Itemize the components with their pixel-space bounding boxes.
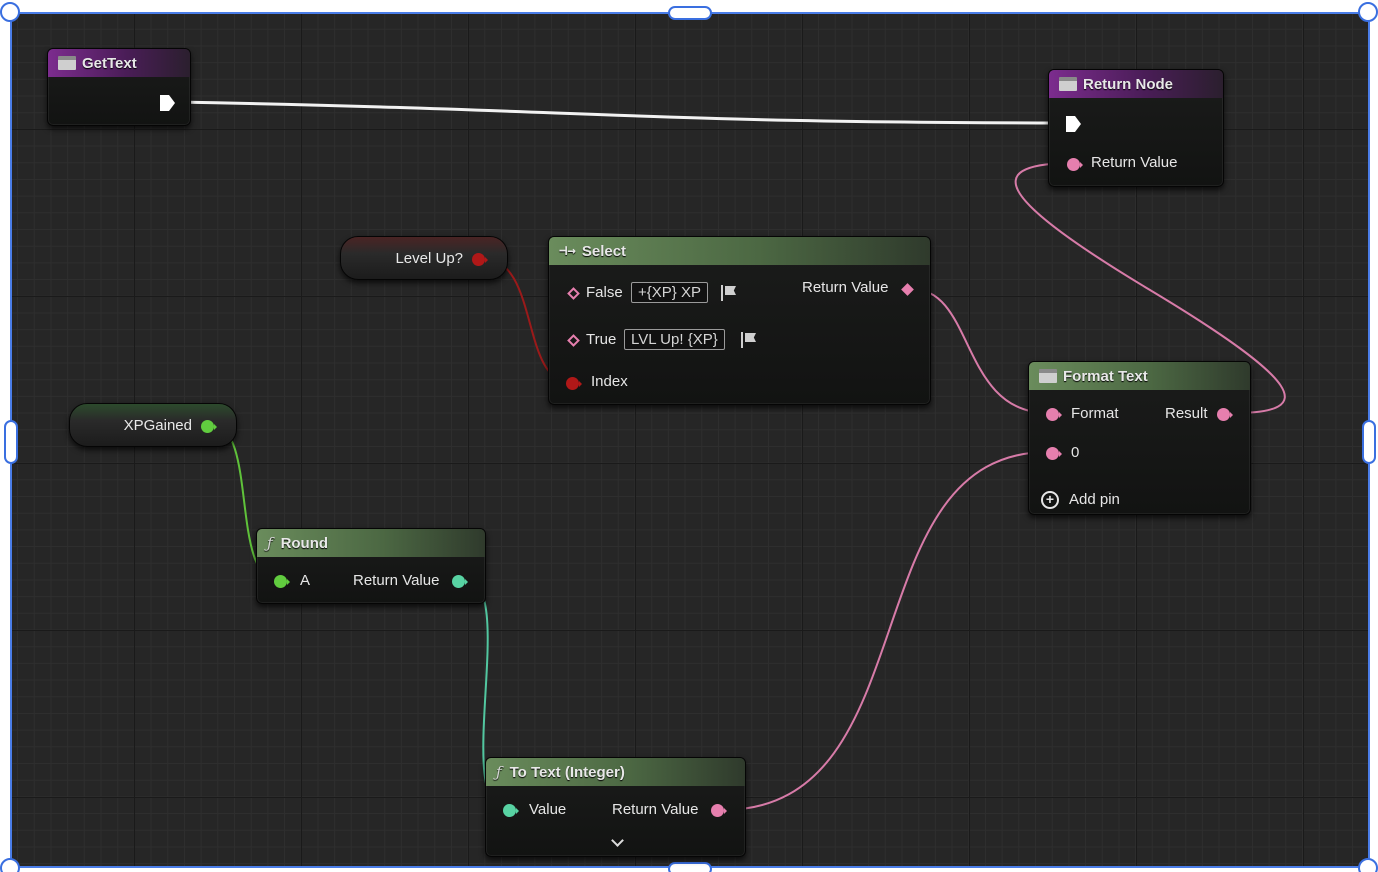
node-title: Select <box>581 242 627 260</box>
bool-out-pin[interactable] <box>472 253 488 266</box>
result-label: Result <box>1165 405 1208 422</box>
return-value-label: Return Value <box>1091 154 1178 171</box>
index-label: Index <box>591 373 628 390</box>
node-level-up-variable[interactable]: Level Up? <box>340 236 508 280</box>
node-select[interactable]: ⊣→ Select False +{XP} XP True LVL Up! {X… <box>548 236 931 405</box>
node-round[interactable]: ƒ Round A Return Value <box>256 528 486 604</box>
resize-handle-right[interactable] <box>1362 420 1376 464</box>
select-icon: ⊣→ <box>559 243 576 259</box>
false-value-input[interactable]: +{XP} XP <box>631 282 708 303</box>
return-value-pin[interactable] <box>1067 158 1083 171</box>
node-return[interactable]: Return Node Return Value <box>1048 69 1224 187</box>
true-pin[interactable] <box>567 334 580 347</box>
return-value-label: Return Value <box>802 279 889 296</box>
false-pin[interactable] <box>567 287 580 300</box>
return-value-label: Return Value <box>612 801 699 818</box>
node-header: Format Text <box>1029 362 1250 390</box>
format-label: Format <box>1071 405 1119 422</box>
window-icon <box>1039 369 1057 383</box>
localization-flag-icon[interactable] <box>721 285 737 301</box>
function-icon: ƒ <box>267 534 273 552</box>
resize-handle-left[interactable] <box>4 420 18 464</box>
node-header: ƒ Round <box>257 529 485 557</box>
true-value-input[interactable]: LVL Up! {XP} <box>624 329 725 350</box>
node-title: Round <box>280 534 329 552</box>
node-title: GetText <box>82 54 137 72</box>
node-title: Format Text <box>1063 367 1148 385</box>
node-format-text[interactable]: Format Text Format Result 0 + Add pin <box>1028 361 1251 515</box>
variable-label: XPGained <box>123 416 192 434</box>
node-header: GetText <box>48 49 190 77</box>
node-get-text[interactable]: GetText <box>47 48 191 126</box>
add-pin-label[interactable]: Add pin <box>1069 491 1120 508</box>
localization-flag-icon[interactable] <box>741 332 757 348</box>
window-icon <box>58 56 76 70</box>
resize-handle-bottom-left[interactable] <box>0 858 20 872</box>
a-label: A <box>300 572 311 589</box>
resize-handle-top[interactable] <box>668 6 712 20</box>
false-label: False <box>586 284 623 301</box>
resize-handle-bottom-right[interactable] <box>1358 858 1378 872</box>
node-header: ƒ To Text (Integer) <box>486 758 745 786</box>
return-value-pin[interactable] <box>711 804 727 817</box>
value-pin[interactable] <box>503 804 519 817</box>
value-label: Value <box>529 801 567 818</box>
arg0-label: 0 <box>1071 444 1080 461</box>
node-header: Return Node <box>1049 70 1223 98</box>
index-pin[interactable] <box>566 377 582 390</box>
resize-handle-top-right[interactable] <box>1358 2 1378 22</box>
chevron-down-icon[interactable] <box>611 834 624 847</box>
function-icon: ƒ <box>496 763 502 781</box>
arg0-pin[interactable] <box>1046 447 1062 460</box>
node-to-text-integer[interactable]: ƒ To Text (Integer) Value Return Value <box>485 757 746 857</box>
exec-in-pin[interactable] <box>1066 116 1081 132</box>
node-title: To Text (Integer) <box>509 763 625 781</box>
return-value-pin[interactable] <box>901 283 914 296</box>
a-pin[interactable] <box>274 575 290 588</box>
return-value-pin[interactable] <box>452 575 468 588</box>
format-pin[interactable] <box>1046 408 1062 421</box>
return-value-label: Return Value <box>353 572 440 589</box>
node-xp-gained-variable[interactable]: XPGained <box>69 403 237 447</box>
node-header: ⊣→ Select <box>549 237 930 265</box>
float-out-pin[interactable] <box>201 420 217 433</box>
true-label: True <box>586 331 617 348</box>
window-icon <box>1059 77 1077 91</box>
variable-label: Level Up? <box>395 249 463 267</box>
node-title: Return Node <box>1083 75 1173 93</box>
resize-handle-bottom[interactable] <box>668 862 712 872</box>
exec-out-pin[interactable] <box>160 95 175 111</box>
add-pin-icon[interactable]: + <box>1041 491 1059 509</box>
result-pin[interactable] <box>1217 408 1233 421</box>
resize-handle-top-left[interactable] <box>0 2 20 22</box>
